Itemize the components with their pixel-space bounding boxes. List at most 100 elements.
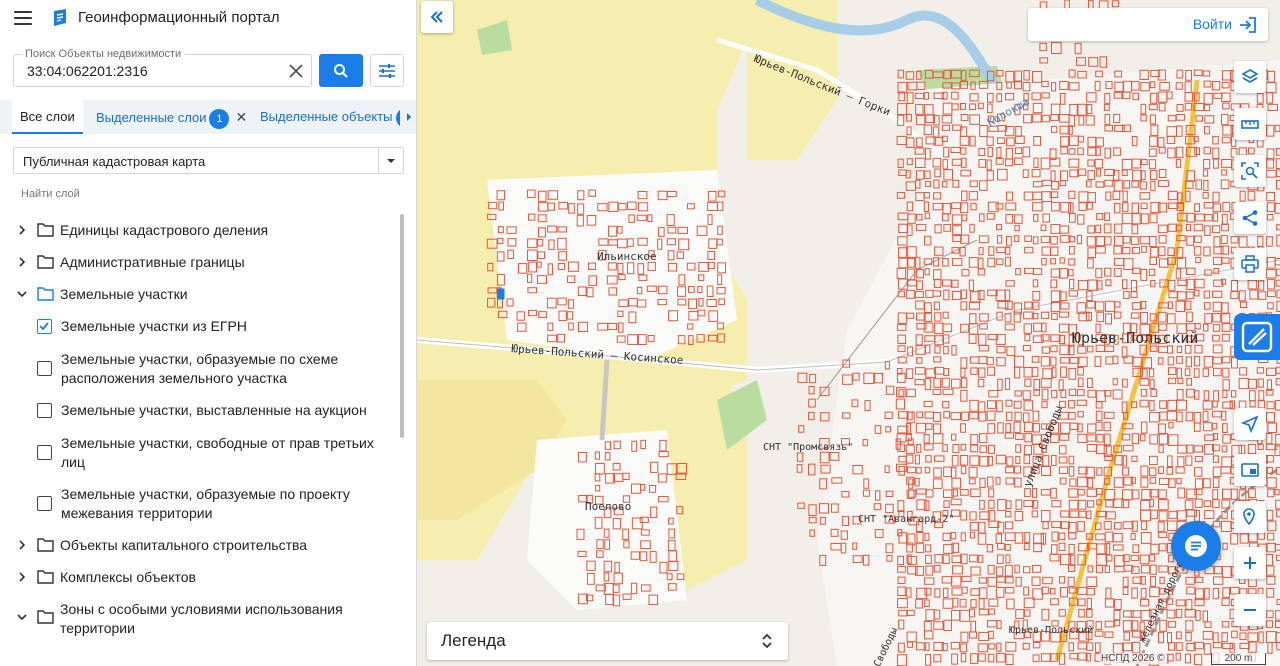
layer-land-plots-scheme[interactable]: Земельные участки, образуемые по схеме р… <box>0 349 400 389</box>
basemap-select[interactable]: Публичная кадастровая карта <box>13 147 404 174</box>
tree-item-special-zones[interactable]: Зоны с особыми условиями использования т… <box>0 599 400 639</box>
parcel-shape <box>809 529 815 537</box>
folder-icon <box>37 538 54 552</box>
parcel-shape <box>1099 56 1108 68</box>
parcel-shape <box>808 411 815 421</box>
map-attribution: НСПД 2026 © <box>1099 653 1167 664</box>
layer-land-plots-survey[interactable]: Земельные участки, образуемые по проекту… <box>0 484 400 524</box>
chevron-right-icon[interactable] <box>16 571 28 583</box>
parcel-shape <box>797 502 805 509</box>
parcel-shape <box>1076 57 1086 66</box>
checkbox[interactable] <box>37 403 52 418</box>
parcel-shape <box>905 71 915 80</box>
parcel-shape <box>1039 57 1049 64</box>
parcel-shape <box>798 425 805 433</box>
app-header: Геоинформационный портал <box>0 0 416 36</box>
share-button[interactable] <box>1234 202 1266 234</box>
collapse-panel-button[interactable] <box>421 1 453 33</box>
parcel-shape <box>809 373 817 384</box>
tab-selected-objects[interactable]: Выделенные объекты1 <box>260 100 416 134</box>
checkbox[interactable] <box>37 361 52 376</box>
search-button[interactable] <box>319 54 363 87</box>
parcel-shape <box>897 69 905 79</box>
tree-item-object-complexes[interactable]: Комплексы объектов <box>0 567 400 587</box>
tree-item-label: Единицы кадастрового деления <box>60 222 269 238</box>
parcel-shape <box>1088 57 1099 67</box>
parcel-shape <box>906 158 913 166</box>
layers-button[interactable] <box>1234 61 1266 93</box>
minus-icon <box>1244 609 1256 611</box>
geolocation-button[interactable] <box>1234 408 1266 440</box>
folder-icon <box>37 570 54 584</box>
menu-icon[interactable] <box>14 11 32 25</box>
tree-item-admin-borders[interactable]: Административные границы <box>0 252 400 272</box>
settlement-label: Поелово <box>585 500 632 513</box>
tab-selected-objects-label: Выделенные объекты <box>260 109 393 124</box>
minimap-button[interactable] <box>1234 454 1266 486</box>
parcel-shape <box>819 451 830 464</box>
zoom-out-button[interactable] <box>1234 594 1266 626</box>
parcel-shape <box>905 137 915 148</box>
login-button[interactable]: Войти <box>1028 8 1268 41</box>
parcel-shape <box>1005 70 1015 83</box>
checkbox-checked[interactable] <box>37 319 52 334</box>
search-input[interactable] <box>27 62 277 80</box>
expand-collapse-icon[interactable] <box>760 632 774 650</box>
layer-tree-scrollbar[interactable] <box>400 214 404 438</box>
layers-icon <box>1241 69 1259 83</box>
filter-button[interactable] <box>370 54 404 87</box>
checkbox[interactable] <box>37 496 52 511</box>
parcel-shape <box>1039 42 1047 52</box>
chevron-right-icon[interactable] <box>16 256 28 268</box>
legend-panel[interactable]: Легенда <box>427 622 788 660</box>
parcel-shape <box>1111 0 1120 8</box>
check-icon <box>39 322 49 331</box>
folder-open-icon <box>37 287 54 301</box>
layer-label-line-1: Земельные участки, образуемые по проекту <box>61 486 350 502</box>
settlement-label: Ильинское <box>597 250 657 263</box>
layer-label-line-2: межевания территории <box>61 505 213 521</box>
layer-label-line-1: Земельные участки, образуемые по схеме <box>61 351 339 367</box>
location-arrow-icon <box>1241 415 1259 433</box>
layer-label: Земельные участки из ЕГРН <box>61 318 247 334</box>
clear-icon[interactable] <box>287 62 305 80</box>
search-legend: Поиск Объекты недвижимости <box>22 48 185 60</box>
folder-icon <box>37 223 54 237</box>
chevron-right-icon[interactable] <box>16 539 28 551</box>
tree-item-capital-construction[interactable]: Объекты капитального строительства <box>0 535 400 555</box>
area-search-button[interactable] <box>1234 155 1266 187</box>
layer-land-plots-free[interactable]: Земельные участки, свободные от прав тре… <box>0 433 400 473</box>
tabs-scroll-right-button[interactable] <box>400 100 416 134</box>
chevron-right-icon <box>406 113 411 121</box>
search-field[interactable]: Поиск Объекты недвижимости <box>13 48 312 87</box>
parcel-shape <box>897 81 908 94</box>
checkbox[interactable] <box>37 445 52 460</box>
chevron-right-icon[interactable] <box>16 224 28 236</box>
parcel-shape <box>1023 70 1030 81</box>
parcel-shape <box>897 103 908 116</box>
place-search-button[interactable] <box>1234 501 1266 533</box>
layers-panel: Геоинформационный портал Поиск Объекты н… <box>0 0 417 666</box>
parcel-shape <box>907 81 918 91</box>
plus-icon <box>1244 557 1256 569</box>
find-layer-input[interactable]: Найти слой <box>21 188 80 200</box>
zoom-in-button[interactable] <box>1234 547 1266 579</box>
close-icon[interactable]: ✕ <box>235 100 247 134</box>
tree-item-land-plots[interactable]: Земельные участки <box>0 284 400 304</box>
chevron-down-icon[interactable] <box>16 611 28 623</box>
print-button[interactable] <box>1234 248 1266 280</box>
layer-land-plots-auction[interactable]: Земельные участки, выставленные на аукци… <box>0 400 400 420</box>
measure-button[interactable] <box>1234 108 1266 140</box>
layer-land-plots-egrn[interactable]: Земельные участки из ЕГРН <box>0 316 400 336</box>
nspd-logo-button[interactable] <box>1234 314 1280 360</box>
tab-selected-layers-label: Выделенные слои <box>96 110 207 125</box>
tree-item-cadastral-division[interactable]: Единицы кадастрового деления <box>0 220 400 240</box>
chat-button[interactable] <box>1171 521 1221 571</box>
chevron-down-icon[interactable] <box>16 288 28 300</box>
parcel-shape <box>905 181 916 191</box>
tab-selected-layers[interactable]: Выделенные слои 1 ✕ <box>96 100 247 134</box>
share-icon <box>1242 210 1258 226</box>
map-view[interactable]: Юрьев-Польский — Горки Юрьев-Польский — … <box>417 0 1280 666</box>
parcel-shape <box>820 412 830 422</box>
tab-all-layers[interactable]: Все слои <box>12 100 83 134</box>
